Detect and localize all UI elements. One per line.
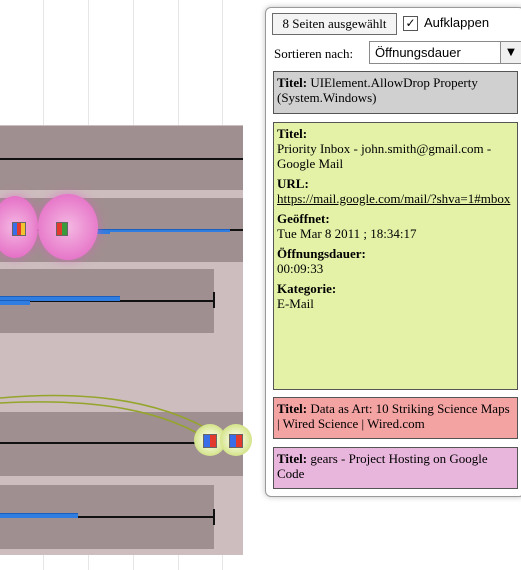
page-card[interactable]: Titel: UIElement.AllowDrop Property (Sys…: [273, 71, 518, 114]
page-card-expanded[interactable]: Titel: Priority Inbox - john.smith@gmail…: [273, 122, 518, 390]
page-card[interactable]: Titel: gears - Project Hosting on Google…: [273, 447, 518, 489]
google-code-icon[interactable]: [229, 434, 243, 448]
opened-value: Tue Mar 8 2011 ; 18:34:17: [277, 226, 417, 241]
duration-bar: [110, 229, 230, 232]
category-value: E-Mail: [277, 296, 314, 311]
category-key: Kategorie:: [277, 281, 337, 296]
title-key: Titel:: [277, 126, 308, 141]
card-title-key: Titel:: [277, 451, 308, 466]
sort-select-value: Öffnungsdauer: [375, 45, 461, 60]
page-card[interactable]: Titel: Data as Art: 10 Striking Science …: [273, 397, 518, 439]
duration-value: 00:09:33: [277, 261, 324, 276]
card-title-key: Titel:: [277, 75, 308, 90]
selection-panel: 8 Seiten ausgewählt ✓ Aufklappen Sortier…: [265, 7, 521, 497]
timeline-end-tick: [213, 509, 215, 525]
expand-label[interactable]: Aufklappen: [424, 15, 489, 30]
google-mail-icon[interactable]: [12, 222, 26, 236]
timeline-line: [0, 158, 243, 160]
duration-key: Öffnungsdauer:: [277, 246, 366, 261]
opened-key: Geöffnet:: [277, 211, 330, 226]
url-key: URL:: [277, 176, 309, 191]
duration-bar: [0, 513, 78, 518]
timeline-end-tick: [213, 292, 215, 308]
duration-bar: [0, 300, 30, 305]
card-url-link[interactable]: https://mail.google.com/mail/?shva=1#mbo…: [277, 191, 514, 206]
google-mail-icon[interactable]: [56, 222, 68, 236]
card-title: Priority Inbox - john.smith@gmail.com - …: [277, 141, 492, 171]
selected-pages-button[interactable]: 8 Seiten ausgewählt: [272, 13, 397, 35]
expand-checkbox[interactable]: ✓: [403, 16, 418, 31]
card-title-key: Titel:: [277, 401, 308, 416]
card-title: UIElement.AllowDrop Property (System.Win…: [277, 75, 478, 105]
sort-select[interactable]: Öffnungsdauer ▼: [369, 41, 521, 64]
sort-label: Sortieren nach:: [274, 46, 354, 61]
page-node-highlight[interactable]: [38, 194, 98, 260]
chevron-down-icon[interactable]: ▼: [500, 42, 521, 63]
card-title: gears - Project Hosting on Google Code: [277, 451, 488, 481]
card-title: Data as Art: 10 Striking Science Maps | …: [277, 401, 510, 431]
google-code-icon[interactable]: [203, 434, 217, 448]
